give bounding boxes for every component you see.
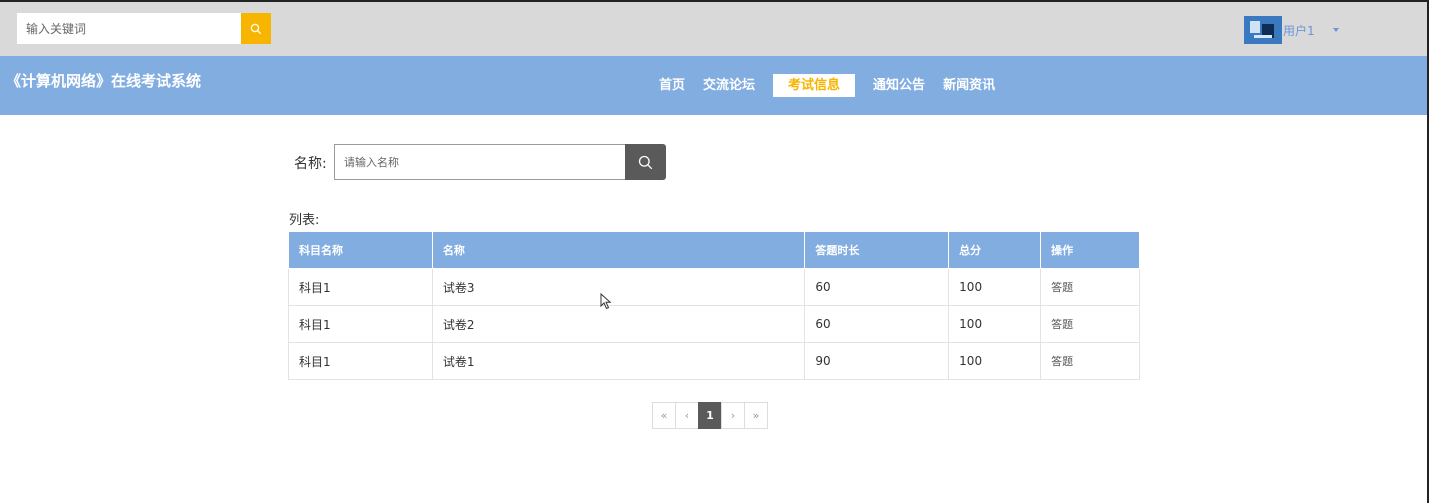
name-search-box [334,144,666,180]
cell-duration: 60 [804,305,950,343]
caret-down-icon[interactable] [1332,28,1339,32]
search-icon [250,23,262,34]
cell-name: 试卷1 [431,342,806,380]
pagination: « ‹ 1 › » [652,402,768,429]
table-row: 科目1 试卷1 90 100 答题 [288,342,1140,380]
cell-name: 试卷2 [431,305,806,343]
table-header-row: 科目名称 名称 答题时长 总分 操作 [288,231,1140,269]
nav-notice[interactable]: 通知公告 [864,74,934,97]
cell-subject: 科目1 [288,342,433,380]
exam-table: 科目名称 名称 答题时长 总分 操作 科目1 试卷3 60 100 答题 科目1… [288,231,1140,380]
table-row: 科目1 试卷3 60 100 答题 [288,268,1140,306]
answer-link[interactable]: 答题 [1040,268,1140,306]
name-search-input[interactable] [334,144,625,180]
nav-news[interactable]: 新闻资讯 [934,74,1004,97]
page-prev-button[interactable]: ‹ [675,402,699,429]
top-search-button[interactable] [241,13,271,44]
avatar[interactable] [1244,16,1282,44]
nav-forum[interactable]: 交流论坛 [694,74,764,97]
column-header-score: 总分 [948,231,1042,269]
page-last-button[interactable]: » [744,402,768,429]
cell-subject: 科目1 [288,305,433,343]
cell-duration: 90 [804,342,950,380]
list-label: 列表: [289,213,320,228]
nav-home[interactable]: 首页 [650,74,694,97]
name-search-button[interactable] [625,144,666,180]
top-bar: 用户1 [0,0,1429,56]
user-menu[interactable]: 用户1 [1244,16,1339,44]
top-search-input[interactable] [17,13,241,44]
page-current-button[interactable]: 1 [698,402,722,429]
cell-score: 100 [948,305,1042,343]
cell-subject: 科目1 [288,268,433,306]
mouse-cursor-icon [600,293,612,310]
name-filter-label: 名称: [294,156,327,172]
page-next-button[interactable]: › [721,402,745,429]
column-header-action: 操作 [1040,231,1140,269]
column-header-duration: 答题时长 [804,231,950,269]
cell-score: 100 [948,268,1042,306]
top-search-box [17,13,271,44]
answer-link[interactable]: 答题 [1040,342,1140,380]
search-icon [638,155,653,169]
site-header: 《计算机网络》在线考试系统 首页 交流论坛 考试信息 通知公告 新闻资讯 [0,56,1429,115]
column-header-name: 名称 [431,231,806,269]
main-nav: 首页 交流论坛 考试信息 通知公告 新闻资讯 [650,74,1004,97]
user-name[interactable]: 用户1 [1283,22,1315,39]
table-row: 科目1 试卷2 60 100 答题 [288,305,1140,343]
cell-score: 100 [948,342,1042,380]
page-first-button[interactable]: « [652,402,676,429]
column-header-subject: 科目名称 [288,231,433,269]
cell-name: 试卷3 [431,268,806,306]
cell-duration: 60 [804,268,950,306]
answer-link[interactable]: 答题 [1040,305,1140,343]
site-title: 《计算机网络》在线考试系统 [6,72,202,90]
nav-exam-info[interactable]: 考试信息 [773,74,856,97]
